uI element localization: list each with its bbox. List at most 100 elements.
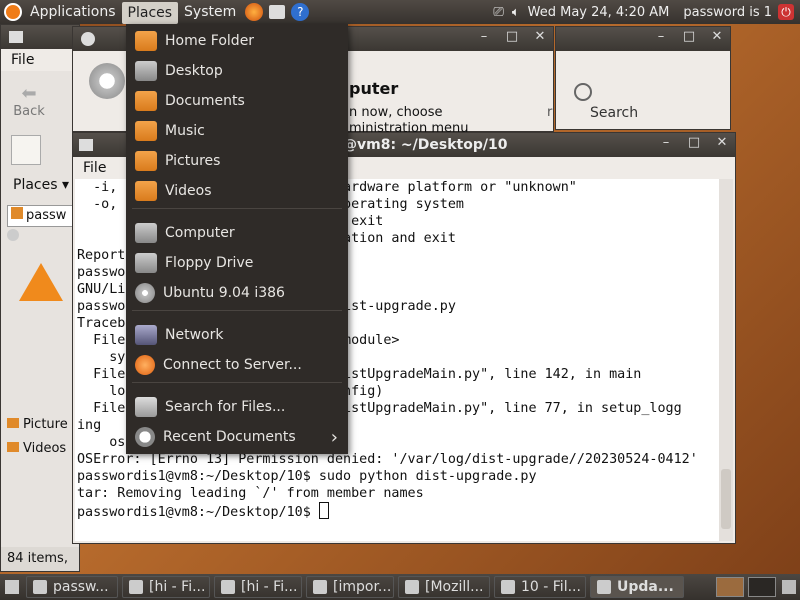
- panel-indicators: ⎚ 🔈︎ Wed May 24, 4:20 AM password is 1 ⏻: [489, 0, 800, 24]
- places-menu-item[interactable]: Floppy Drive: [126, 248, 348, 278]
- taskbar-button[interactable]: [Mozill...: [398, 576, 490, 598]
- file-browser-titlebar[interactable]: [1, 25, 79, 49]
- task-list: passw... [hi - Fi... [hi - Fi... [impor... […: [24, 576, 686, 598]
- computer-window-icon: [81, 32, 95, 46]
- maximize-icon[interactable]: □: [687, 135, 701, 150]
- maximize-icon[interactable]: □: [505, 29, 519, 44]
- back-label: Back: [13, 104, 45, 119]
- places-menu-item[interactable]: Recent Documents ›: [126, 422, 348, 452]
- places-menu-item-label: Recent Documents: [163, 429, 296, 445]
- taskbar-button-label: [hi - Fi...: [149, 579, 206, 595]
- places-menu-item[interactable]: Videos: [126, 176, 348, 206]
- taskbar-button[interactable]: passw...: [26, 576, 118, 598]
- menu-file[interactable]: File: [1, 52, 44, 68]
- show-desktop-icon[interactable]: [5, 580, 19, 594]
- applications-menu[interactable]: Applications: [24, 0, 122, 24]
- places-menu-item[interactable]: Connect to Server...: [126, 350, 348, 380]
- heading-text: puter: [349, 79, 399, 98]
- places-menu-item-label: Ubuntu 9.04 i386: [163, 285, 285, 301]
- places-menu-item-label: Network: [165, 327, 224, 343]
- taskbar-button[interactable]: [hi - Fi...: [122, 576, 210, 598]
- computer-icon: [135, 223, 157, 243]
- places-menu-item-label: Music: [165, 123, 205, 139]
- close-icon[interactable]: ✕: [533, 29, 547, 44]
- menu-separator: [132, 208, 342, 209]
- location-bar[interactable]: passw: [7, 205, 79, 227]
- terminal-line: tar: Removing leading `/' from member na…: [77, 486, 424, 501]
- places-menu-button[interactable]: Places: [121, 1, 179, 24]
- workspace-1[interactable]: [716, 577, 744, 597]
- places-menu-item-label: Home Folder: [165, 33, 255, 49]
- places-menu-item[interactable]: Computer: [126, 218, 348, 248]
- clock[interactable]: Wed May 24, 4:20 AM: [528, 5, 670, 20]
- search-button[interactable]: [566, 83, 600, 101]
- places-menu-item[interactable]: Search for Files...: [126, 392, 348, 422]
- network-icon: [135, 325, 157, 345]
- ubuntu-logo-icon[interactable]: [4, 3, 22, 21]
- firefox-icon[interactable]: [245, 3, 264, 21]
- back-arrow-icon: ⬅: [21, 83, 37, 104]
- folder-icon: [7, 418, 19, 428]
- folder-icon: [135, 121, 157, 141]
- file-browser-menubar: File: [1, 49, 79, 71]
- sidebar-item-label: Picture: [23, 417, 68, 432]
- system-menu[interactable]: System: [178, 0, 242, 24]
- terminal-title: @vm8: ~/Desktop/10: [343, 137, 508, 153]
- taskbar-button-label: [hi - Fi...: [241, 579, 298, 595]
- power-icon[interactable]: ⏻: [778, 4, 794, 20]
- places-menu-item-label: Floppy Drive: [165, 255, 254, 271]
- right-window-titlebar[interactable]: – □ ✕: [556, 27, 730, 51]
- scrollbar-thumb[interactable]: [721, 469, 731, 529]
- dialog-icon: [7, 229, 19, 241]
- taskbar-button[interactable]: 10 - Fil...: [494, 576, 586, 598]
- menu-file[interactable]: File: [73, 160, 116, 176]
- taskbar-button[interactable]: [impor...: [306, 576, 394, 598]
- trash-icon[interactable]: [782, 580, 796, 594]
- file-browser-window: File ⬅ Back Places ▾ passw Picture Video…: [0, 24, 80, 572]
- places-menu: Home Folder Desktop Documents Music Pictures…: [126, 24, 348, 454]
- network-manager-icon[interactable]: ⎚: [493, 5, 503, 20]
- places-menu-item-label: Connect to Server...: [163, 357, 302, 373]
- sidebar-item-videos[interactable]: Videos: [7, 441, 66, 456]
- user-switcher[interactable]: password is 1: [683, 5, 772, 20]
- minimize-icon[interactable]: –: [477, 29, 491, 44]
- places-menu-item[interactable]: Network: [126, 320, 348, 350]
- workspace-2[interactable]: [748, 577, 776, 597]
- sidebar-item-pictures[interactable]: Picture: [7, 417, 68, 432]
- top-panel: Applications Places System ? ⎚ 🔈︎ Wed Ma…: [0, 0, 800, 24]
- places-menu-item[interactable]: Home Folder: [126, 26, 348, 56]
- places-menu-item[interactable]: Documents: [126, 86, 348, 116]
- places-menu-item[interactable]: Ubuntu 9.04 i386: [126, 278, 348, 308]
- close-icon[interactable]: ✕: [715, 135, 729, 150]
- recent-documents-icon: [135, 427, 155, 447]
- minimize-icon[interactable]: –: [659, 135, 673, 150]
- terminal-cursor: [318, 502, 329, 519]
- minimize-icon[interactable]: –: [654, 29, 668, 44]
- home-folder-icon: [135, 31, 157, 51]
- mail-icon[interactable]: [269, 5, 286, 19]
- places-dropdown[interactable]: Places ▾: [13, 177, 69, 193]
- terminal-scrollbar[interactable]: [719, 179, 733, 541]
- taskbar-button[interactable]: [hi - Fi...: [214, 576, 302, 598]
- places-menu-item-label: Pictures: [165, 153, 221, 169]
- taskbar-button-label: Upda...: [617, 579, 674, 595]
- places-menu-item[interactable]: Pictures: [126, 146, 348, 176]
- maximize-icon[interactable]: □: [682, 29, 696, 44]
- taskbar-button[interactable]: Upda...: [590, 576, 684, 598]
- window-icon: [129, 580, 143, 594]
- back-button[interactable]: ⬅ Back: [9, 83, 49, 119]
- close-icon[interactable]: ✕: [710, 29, 724, 44]
- terminal-line: passwordis1@vm8:~/Desktop/10$: [77, 502, 719, 521]
- places-dropdown-label: Places: [13, 177, 58, 193]
- edit-location-icon[interactable]: [11, 135, 41, 165]
- places-menu-item[interactable]: Music: [126, 116, 348, 146]
- volume-icon[interactable]: 🔈︎: [512, 5, 520, 20]
- places-menu-item[interactable]: Desktop: [126, 56, 348, 86]
- taskbar-button-label: [Mozill...: [425, 579, 484, 595]
- computer-icon: [89, 63, 125, 99]
- magnifier-icon: [574, 83, 592, 101]
- places-menu-item-label: Computer: [165, 225, 235, 241]
- places-menu-item-label: Documents: [165, 93, 245, 109]
- bottom-taskbar: passw... [hi - Fi... [hi - Fi... [impor... […: [0, 574, 800, 600]
- help-icon[interactable]: ?: [291, 3, 310, 21]
